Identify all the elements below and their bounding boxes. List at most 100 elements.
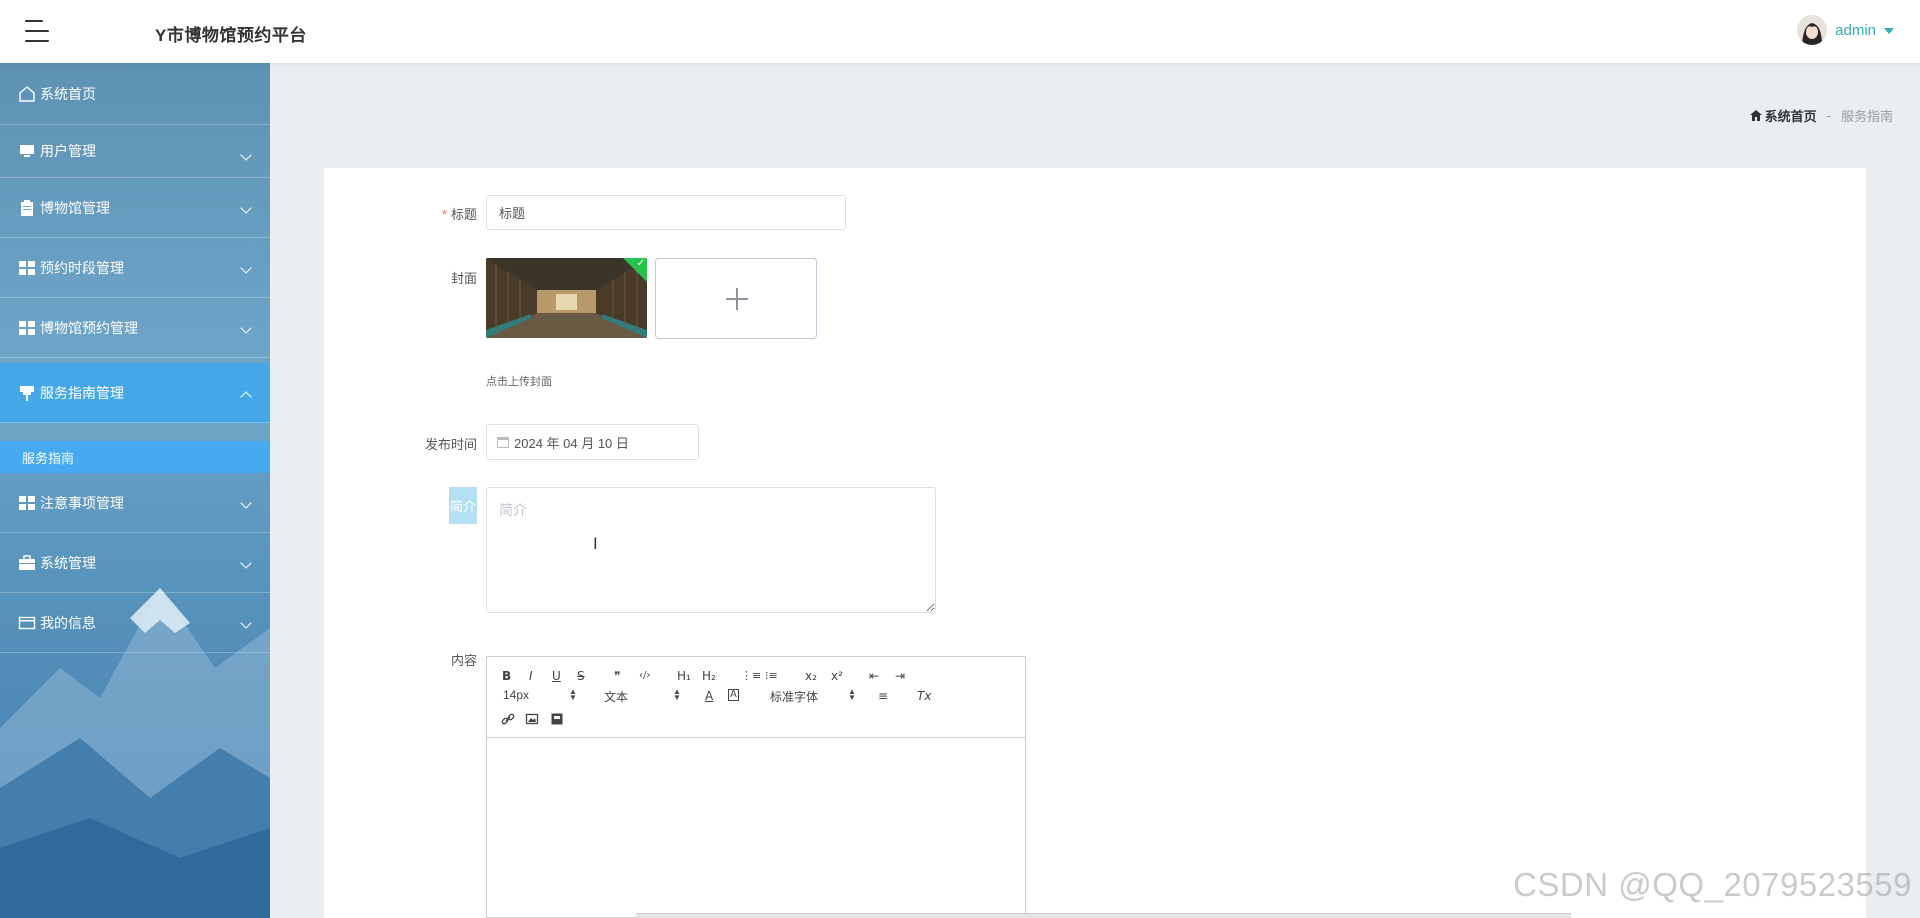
sidebar-item-label: 博物馆预约管理: [40, 319, 138, 336]
sidebar-item-label: 用户管理: [40, 143, 96, 159]
underline-button[interactable]: U: [552, 669, 561, 683]
sidebar-item-home[interactable]: 系统首页: [0, 63, 270, 125]
sidebar-item-service-guide[interactable]: 服务指南管理: [0, 363, 270, 423]
calendar-icon: [497, 436, 509, 448]
caret-down-icon[interactable]: [1884, 28, 1894, 34]
clean-format-button[interactable]: Tx: [917, 689, 931, 703]
chevron-down-icon: [240, 202, 252, 214]
text-cursor-icon: I: [593, 534, 598, 553]
link-icon: [501, 713, 515, 725]
horizontal-scrollbar[interactable]: [636, 913, 1571, 918]
content-label: 内容: [450, 653, 477, 668]
sidebar-item-system[interactable]: 系统管理: [0, 533, 270, 593]
sidebar-item-label: 预约时段管理: [40, 259, 124, 276]
superscript-button[interactable]: x²: [831, 669, 843, 683]
font-size-select[interactable]: 14px ▲ ▼: [503, 687, 583, 703]
clipboard-icon: [18, 199, 36, 217]
title-input[interactable]: [486, 195, 846, 230]
monitor-icon: [18, 142, 36, 160]
sidebar-item-users[interactable]: 用户管理: [0, 125, 270, 178]
avatar[interactable]: [1797, 15, 1828, 45]
sidebar-item-label: 系统首页: [40, 85, 96, 102]
indent-button[interactable]: ⇥: [895, 669, 905, 683]
card-icon: [18, 614, 36, 632]
breadcrumb-current: 服务指南: [1840, 109, 1893, 124]
h1-button[interactable]: H₁: [677, 669, 691, 683]
home-icon: [1749, 110, 1762, 121]
intro-textarea[interactable]: [486, 487, 936, 613]
breadcrumb-home-label[interactable]: 系统首页: [1765, 106, 1817, 125]
code-button[interactable]: ‹/›: [639, 669, 650, 683]
breadcrumb-separator: -: [1826, 108, 1831, 123]
strike-button[interactable]: S: [577, 669, 585, 683]
check-icon: ✓: [636, 258, 645, 269]
chevron-down-icon: [240, 497, 252, 509]
breadcrumb: 系统首页 - 服务指南: [1749, 106, 1893, 125]
select-arrows-icon: ▲ ▼: [848, 687, 856, 702]
outdent-button[interactable]: ⇤: [869, 669, 879, 683]
font-color-button[interactable]: A: [705, 689, 713, 703]
font-size-value: 14px: [503, 688, 530, 702]
watermark: CSDN @QQ_2079523559: [1513, 866, 1912, 903]
publish-date-picker[interactable]: 2024 年 04 月 10 日: [486, 424, 699, 460]
header-style-value: 文本: [604, 690, 629, 704]
username[interactable]: admin: [1835, 22, 1876, 39]
plus-icon: [736, 288, 738, 310]
chevron-down-icon: [240, 557, 252, 569]
sidebar-item-museum[interactable]: 博物馆管理: [0, 178, 270, 238]
user-menu[interactable]: admin: [1797, 15, 1894, 45]
intro-label: 简介: [449, 487, 477, 524]
select-arrows-icon: ▲ ▼: [673, 687, 681, 702]
chevron-down-icon: [240, 617, 252, 629]
chevron-down-icon: [240, 149, 252, 161]
italic-button[interactable]: I: [529, 669, 533, 683]
font-family-value: 标准字体: [770, 690, 819, 704]
home-icon: [18, 85, 36, 103]
sidebar-item-notices[interactable]: 注意事项管理: [0, 473, 270, 533]
sidebar-item-label: 博物馆管理: [40, 199, 110, 216]
cover-label: 封面: [450, 271, 477, 286]
grid-icon: [18, 494, 36, 512]
app-title: Y市博物馆预约平台: [155, 26, 307, 45]
title-label-text: 标题: [450, 207, 477, 222]
select-arrows-icon: ▲ ▼: [569, 687, 577, 702]
image-icon: [525, 713, 539, 725]
upload-cover-button[interactable]: [655, 258, 817, 339]
header-select[interactable]: 文本 ▲ ▼: [604, 688, 684, 705]
sidebar-item-reservations[interactable]: 博物馆预约管理: [0, 298, 270, 358]
video-icon: [551, 713, 563, 725]
pin-icon: [18, 384, 36, 402]
publish-date-value: 2024 年 04 月 10 日: [514, 435, 629, 451]
editor-content-area[interactable]: [487, 738, 1025, 918]
link-button[interactable]: [501, 712, 515, 729]
upload-tip: 点击上传封面: [486, 376, 552, 388]
editor-toolbar: B I U S ❞ ‹/› H₁ H₂ ⋮≡ ⁝≡ x₂ x² ⇤ ⇥ 14px…: [487, 657, 1025, 738]
background-color-button[interactable]: A: [728, 689, 739, 701]
publish-time-label: 发布时间: [424, 437, 477, 452]
menu-toggle-icon[interactable]: [25, 20, 49, 42]
cover-image[interactable]: ✓: [486, 258, 647, 338]
video-button[interactable]: [550, 712, 564, 729]
submenu-item-service-guide[interactable]: 服务指南: [0, 441, 270, 473]
breadcrumb-home[interactable]: 系统首页: [1749, 106, 1817, 125]
bold-button[interactable]: B: [502, 669, 511, 683]
grid-icon: [18, 319, 36, 337]
quote-button[interactable]: ❞: [614, 669, 620, 683]
chevron-down-icon: [240, 322, 252, 334]
chevron-down-icon: [240, 262, 252, 274]
briefcase-icon: [18, 554, 36, 572]
top-header: Y市博物馆预约平台 admin: [0, 0, 1920, 63]
h2-button[interactable]: H₂: [702, 669, 716, 683]
align-button[interactable]: ≡: [878, 689, 888, 703]
submenu-spacer: [0, 423, 270, 431]
bullet-list-button[interactable]: ⁝≡: [765, 669, 778, 683]
sidebar-item-my-info[interactable]: 我的信息: [0, 593, 270, 653]
sidebar-item-timeslots[interactable]: 预约时段管理: [0, 238, 270, 298]
image-button[interactable]: [525, 712, 539, 729]
ordered-list-button[interactable]: ⋮≡: [741, 669, 761, 683]
subscript-button[interactable]: x₂: [805, 669, 817, 683]
title-label: * 标题: [377, 204, 477, 223]
font-family-select[interactable]: 标准字体 ▲ ▼: [770, 688, 860, 705]
rich-text-editor: B I U S ❞ ‹/› H₁ H₂ ⋮≡ ⁝≡ x₂ x² ⇤ ⇥ 14px…: [486, 656, 1026, 918]
sidebar-item-label: 注意事项管理: [40, 494, 124, 511]
